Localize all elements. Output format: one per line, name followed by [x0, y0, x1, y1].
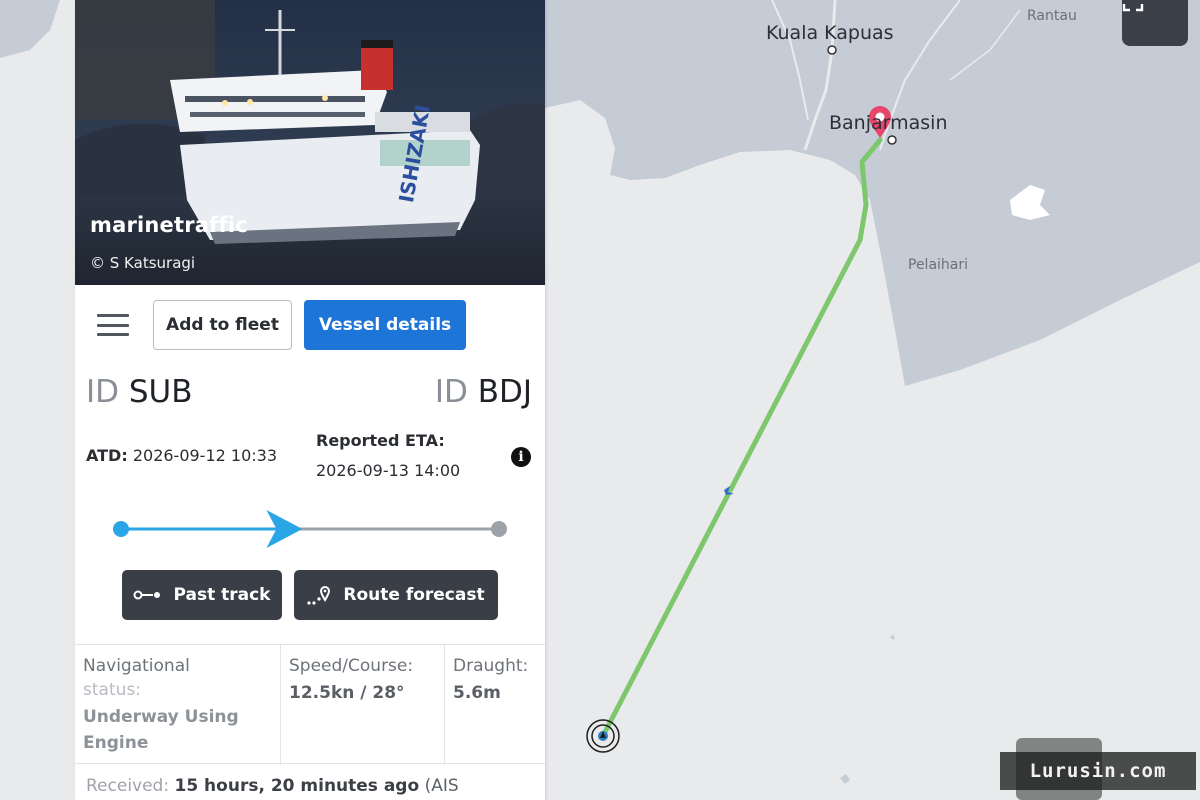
progress-start-dot: [113, 521, 129, 537]
info-icon[interactable]: i: [511, 447, 531, 467]
stat-draught: Draught: 5.6m: [444, 645, 545, 765]
map-pin-dots-icon: [307, 586, 331, 605]
arrival-port[interactable]: ID BDJ: [435, 374, 532, 410]
draught-label: Draught:: [453, 656, 529, 676]
place-pelaihari: Pelaihari: [908, 257, 969, 273]
eta-value: 2026-09-13 14:00: [316, 461, 461, 480]
watermark: Lurusin.com: [1000, 752, 1196, 790]
nav-status-label-line2: status:: [83, 680, 141, 700]
progress-end-dot: [491, 521, 507, 537]
place-rantau: Rantau: [1027, 8, 1077, 24]
panel-toolbar: Add to fleet Vessel details: [75, 300, 545, 350]
photo-credit: © S Katsuragi: [90, 254, 196, 272]
draught-value: 5.6m: [453, 683, 501, 703]
nav-status-value-line2: Engine: [83, 733, 149, 753]
route-forecast-button[interactable]: Route forecast: [294, 570, 498, 620]
city-dot-kuala-kapuas: [827, 45, 837, 55]
city-dot-banjarmasin: [887, 135, 897, 145]
vessel-position-icon[interactable]: [586, 719, 620, 753]
vessel-panel: ISHIZAKI marinetraffic © S Katsuragi Add…: [75, 0, 545, 800]
atd-value: 2026-09-12 10:33: [132, 446, 278, 465]
arrival-port-code: BDJ: [477, 374, 532, 410]
vessel-photo[interactable]: ISHIZAKI marinetraffic © S Katsuragi: [75, 0, 545, 285]
received-row: Received: 15 hours, 20 minutes ago (AIS: [86, 776, 459, 796]
voyage-progress: [113, 508, 513, 548]
atd-row: ATD: 2026-09-12 10:33: [86, 446, 277, 465]
received-suffix: (AIS: [424, 776, 459, 796]
eta-label: Reported ETA:: [316, 431, 445, 450]
nav-status-label: Navigational status:: [83, 654, 272, 702]
place-banjarmasin: Banjarmasin: [829, 112, 948, 134]
route-forecast-label: Route forecast: [343, 585, 485, 605]
stat-navigational-status: Navigational status: Underway Using Engi…: [75, 645, 280, 765]
arrival-country-code: ID: [434, 374, 468, 410]
received-value: 15 hours, 20 minutes ago: [174, 776, 420, 796]
nav-status-value: Underway Using Engine: [83, 704, 272, 756]
add-to-fleet-button[interactable]: Add to fleet: [153, 300, 292, 350]
departure-port[interactable]: ID SUB: [86, 374, 193, 410]
atd-label: ATD:: [86, 446, 128, 465]
vessel-details-button[interactable]: Vessel details: [304, 300, 466, 350]
received-label: Received:: [86, 776, 170, 796]
speed-course-value: 12.5kn / 28°: [289, 683, 405, 703]
past-track-button[interactable]: Past track: [122, 570, 282, 620]
departure-port-code: SUB: [128, 374, 193, 410]
nav-status-label-line1: Navigational: [83, 656, 190, 676]
fullscreen-icon: [1122, 4, 1144, 12]
stat-speed-course: Speed/Course: 12.5kn / 28°: [280, 645, 444, 765]
past-track-label: Past track: [173, 585, 271, 605]
place-kuala-kapuas: Kuala Kapuas: [766, 22, 894, 44]
departure-country-code: ID: [86, 374, 120, 410]
hamburger-menu-icon[interactable]: [97, 314, 129, 336]
ship-illustration: ISHIZAKI: [75, 0, 545, 285]
brand-logo: marinetraffic: [90, 213, 248, 237]
fullscreen-button[interactable]: [1122, 0, 1188, 46]
speed-course-label: Speed/Course:: [289, 656, 414, 676]
nav-status-value-line1: Underway Using: [83, 707, 239, 727]
track-icon: [133, 590, 161, 600]
vessel-stats: Navigational status: Underway Using Engi…: [75, 644, 545, 765]
